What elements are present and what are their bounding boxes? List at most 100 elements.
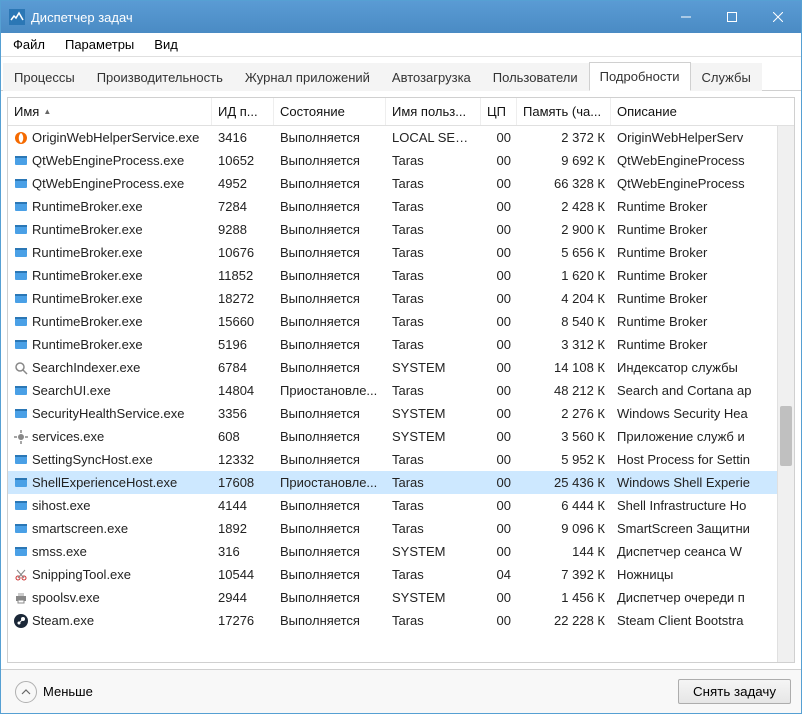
- cell-memory: 48 212 К: [517, 383, 611, 398]
- cell-cpu: 00: [481, 176, 517, 191]
- table-row[interactable]: SettingSyncHost.exe12332ВыполняетсяTaras…: [8, 448, 777, 471]
- process-icon: [14, 453, 28, 467]
- cell-pid: 10544: [212, 567, 274, 582]
- process-name: RuntimeBroker.exe: [32, 268, 143, 283]
- table-row[interactable]: QtWebEngineProcess.exe4952ВыполняетсяTar…: [8, 172, 777, 195]
- tab-4[interactable]: Пользователи: [482, 63, 589, 91]
- cell-description: Приложение служб и: [611, 429, 777, 444]
- table-row[interactable]: RuntimeBroker.exe10676ВыполняетсяTaras00…: [8, 241, 777, 264]
- table-row[interactable]: QtWebEngineProcess.exe10652ВыполняетсяTa…: [8, 149, 777, 172]
- cell-name: RuntimeBroker.exe: [8, 291, 212, 306]
- tab-2[interactable]: Журнал приложений: [234, 63, 381, 91]
- table-row[interactable]: ShellExperienceHost.exe17608Приостановле…: [8, 471, 777, 494]
- cell-name: RuntimeBroker.exe: [8, 199, 212, 214]
- cell-state: Выполняется: [274, 429, 386, 444]
- cell-state: Выполняется: [274, 498, 386, 513]
- titlebar[interactable]: Диспетчер задач: [1, 1, 801, 33]
- cell-state: Выполняется: [274, 452, 386, 467]
- table-row[interactable]: SecurityHealthService.exe3356Выполняется…: [8, 402, 777, 425]
- cell-state: Выполняется: [274, 613, 386, 628]
- table-row[interactable]: RuntimeBroker.exe7284ВыполняетсяTaras002…: [8, 195, 777, 218]
- cell-name: RuntimeBroker.exe: [8, 337, 212, 352]
- process-icon: [14, 177, 28, 191]
- process-icon: [14, 361, 28, 375]
- maximize-button[interactable]: [709, 1, 755, 33]
- table-row[interactable]: RuntimeBroker.exe5196ВыполняетсяTaras003…: [8, 333, 777, 356]
- menu-options[interactable]: Параметры: [55, 35, 144, 54]
- cell-state: Выполняется: [274, 360, 386, 375]
- process-name: SearchUI.exe: [32, 383, 111, 398]
- cell-user: Taras: [386, 567, 481, 582]
- menu-file[interactable]: Файл: [3, 35, 55, 54]
- cell-cpu: 00: [481, 452, 517, 467]
- table-row[interactable]: spoolsv.exe2944ВыполняетсяSYSTEM001 456 …: [8, 586, 777, 609]
- minimize-button[interactable]: [663, 1, 709, 33]
- cell-memory: 5 952 К: [517, 452, 611, 467]
- col-header-memory[interactable]: Память (ча...: [517, 98, 611, 125]
- cell-cpu: 00: [481, 337, 517, 352]
- tab-0[interactable]: Процессы: [3, 63, 86, 91]
- cell-memory: 6 444 К: [517, 498, 611, 513]
- fewer-details-button[interactable]: Меньше: [11, 678, 97, 706]
- col-header-description[interactable]: Описание: [611, 98, 794, 125]
- col-header-cpu[interactable]: ЦП: [481, 98, 517, 125]
- tab-6[interactable]: Службы: [691, 63, 762, 91]
- cell-memory: 22 228 К: [517, 613, 611, 628]
- tab-5[interactable]: Подробности: [589, 62, 691, 91]
- cell-cpu: 00: [481, 291, 517, 306]
- table-row[interactable]: RuntimeBroker.exe11852ВыполняетсяTaras00…: [8, 264, 777, 287]
- cell-cpu: 00: [481, 429, 517, 444]
- process-icon: [14, 315, 28, 329]
- cell-description: QtWebEngineProcess: [611, 153, 777, 168]
- table-row[interactable]: services.exe608ВыполняетсяSYSTEM003 560 …: [8, 425, 777, 448]
- cell-cpu: 00: [481, 268, 517, 283]
- table-row[interactable]: smss.exe316ВыполняетсяSYSTEM00144 КДиспе…: [8, 540, 777, 563]
- tab-3[interactable]: Автозагрузка: [381, 63, 482, 91]
- cell-description: Windows Security Hea: [611, 406, 777, 421]
- col-header-user[interactable]: Имя польз...: [386, 98, 481, 125]
- process-name: RuntimeBroker.exe: [32, 222, 143, 237]
- cell-state: Приостановле...: [274, 383, 386, 398]
- cell-name: ShellExperienceHost.exe: [8, 475, 212, 490]
- table-body: OriginWebHelperService.exe3416Выполняетс…: [8, 126, 777, 662]
- table-row[interactable]: SearchIndexer.exe6784ВыполняетсяSYSTEM00…: [8, 356, 777, 379]
- process-name: RuntimeBroker.exe: [32, 199, 143, 214]
- col-header-state[interactable]: Состояние: [274, 98, 386, 125]
- table-row[interactable]: RuntimeBroker.exe18272ВыполняетсяTaras00…: [8, 287, 777, 310]
- table-row[interactable]: RuntimeBroker.exe15660ВыполняетсяTaras00…: [8, 310, 777, 333]
- table-row[interactable]: Steam.exe17276ВыполняетсяTaras0022 228 К…: [8, 609, 777, 632]
- menu-view[interactable]: Вид: [144, 35, 188, 54]
- table-row[interactable]: smartscreen.exe1892ВыполняетсяTaras009 0…: [8, 517, 777, 540]
- end-task-button[interactable]: Снять задачу: [678, 679, 791, 704]
- col-header-name[interactable]: Имя ▲: [8, 98, 212, 125]
- cell-pid: 14804: [212, 383, 274, 398]
- process-icon: [14, 131, 28, 145]
- process-icon: [14, 407, 28, 421]
- cell-name: spoolsv.exe: [8, 590, 212, 605]
- cell-cpu: 00: [481, 199, 517, 214]
- process-name: QtWebEngineProcess.exe: [32, 176, 184, 191]
- vertical-scrollbar[interactable]: [777, 126, 794, 662]
- cell-user: Taras: [386, 613, 481, 628]
- cell-pid: 1892: [212, 521, 274, 536]
- cell-name: SnippingTool.exe: [8, 567, 212, 582]
- close-button[interactable]: [755, 1, 801, 33]
- cell-memory: 3 560 К: [517, 429, 611, 444]
- cell-cpu: 00: [481, 383, 517, 398]
- menubar: Файл Параметры Вид: [1, 33, 801, 57]
- table-row[interactable]: SearchUI.exe14804Приостановле...Taras004…: [8, 379, 777, 402]
- cell-state: Выполняется: [274, 314, 386, 329]
- cell-user: Taras: [386, 222, 481, 237]
- table-row[interactable]: sihost.exe4144ВыполняетсяTaras006 444 КS…: [8, 494, 777, 517]
- tab-1[interactable]: Производительность: [86, 63, 234, 91]
- cell-pid: 5196: [212, 337, 274, 352]
- table-row[interactable]: SnippingTool.exe10544ВыполняетсяTaras047…: [8, 563, 777, 586]
- table-row[interactable]: OriginWebHelperService.exe3416Выполняетс…: [8, 126, 777, 149]
- process-icon: [14, 522, 28, 536]
- cell-memory: 14 108 К: [517, 360, 611, 375]
- table-row[interactable]: RuntimeBroker.exe9288ВыполняетсяTaras002…: [8, 218, 777, 241]
- process-name: spoolsv.exe: [32, 590, 100, 605]
- col-header-pid[interactable]: ИД п...: [212, 98, 274, 125]
- cell-state: Выполняется: [274, 521, 386, 536]
- scrollbar-thumb[interactable]: [780, 406, 792, 466]
